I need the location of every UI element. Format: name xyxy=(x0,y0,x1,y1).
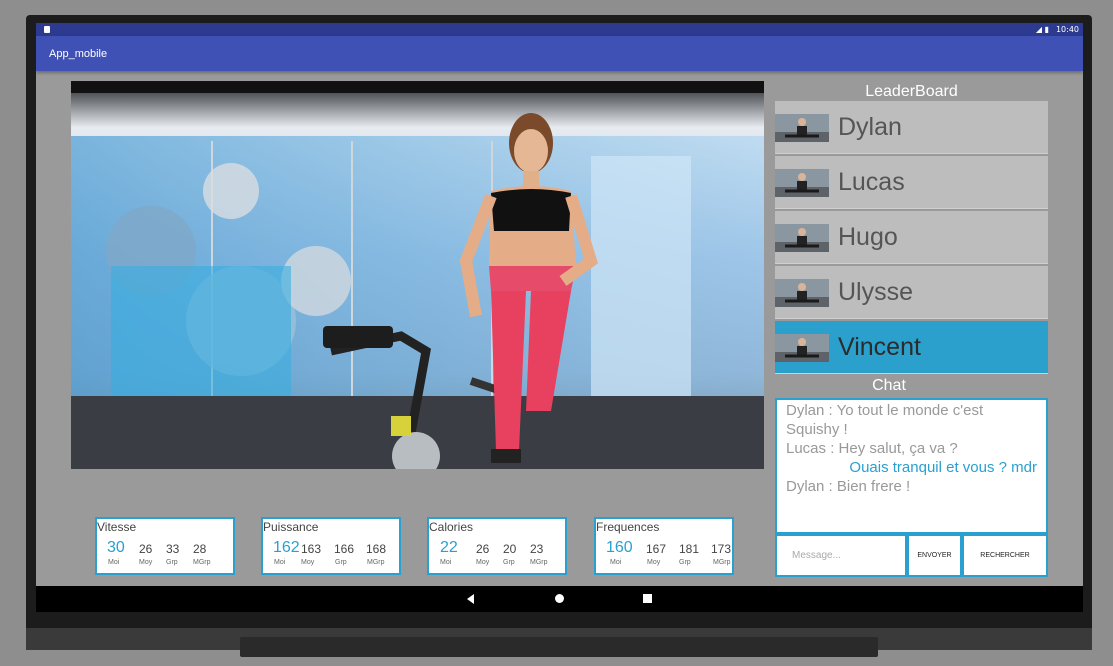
stat-title: Calories xyxy=(429,520,474,534)
stat-value-moy: 26 xyxy=(476,542,490,556)
stat-card-puissance: Puissance 162 163 166 168 Moi Moy Grp MG… xyxy=(261,517,401,575)
stat-title: Puissance xyxy=(263,520,319,534)
stat-value-mgrp: 173 xyxy=(711,542,732,556)
leaderboard-title: LeaderBoard xyxy=(865,83,958,100)
stat-label-moy: Moy xyxy=(139,559,153,566)
stat-value-mgrp: 23 xyxy=(530,542,544,556)
device-stand xyxy=(240,637,878,657)
stat-value-moy: 163 xyxy=(301,542,322,556)
stat-card-frequences: Frequences 160 167 181 173 Moi Moy Grp M… xyxy=(594,517,734,575)
stat-value-grp: 181 xyxy=(679,542,700,556)
recents-square-icon[interactable] xyxy=(643,594,652,603)
home-circle-icon[interactable] xyxy=(555,594,564,603)
stat-value-grp: 20 xyxy=(503,542,517,556)
stat-label-grp: Grp xyxy=(335,559,347,566)
leaderboard-row-lucas[interactable]: Lucas xyxy=(775,156,1048,209)
chat-title: Chat xyxy=(872,377,906,394)
stat-title: Vitesse xyxy=(97,520,137,534)
status-time: 10:40 xyxy=(1055,25,1079,34)
stat-label-moi: Moi xyxy=(440,559,452,566)
stat-value-grp: 166 xyxy=(334,542,355,556)
avatar xyxy=(775,114,829,142)
chat-message: Dylan : Yo tout le monde c'est Squishy ! xyxy=(786,402,984,438)
stat-label-mgrp: MGrp xyxy=(530,559,548,566)
status-bar: ◢ ▮ 10:40 xyxy=(36,23,1083,36)
stat-label-moi: Moi xyxy=(610,559,622,566)
chat-messages[interactable]: Dylan : Yo tout le monde c'est Squishy !… xyxy=(775,398,1048,534)
stat-label-moi: Moi xyxy=(108,559,120,566)
stat-label-grp: Grp xyxy=(679,559,691,566)
message-input[interactable]: Message... xyxy=(775,534,907,577)
stat-label-mgrp: MGrp xyxy=(193,559,211,566)
send-button[interactable]: ENVOYER xyxy=(907,534,962,577)
notification-icon xyxy=(44,26,50,33)
leaderboard-name: Ulysse xyxy=(838,278,914,306)
workout-video-frame xyxy=(71,81,764,469)
video-player[interactable] xyxy=(71,81,764,469)
stat-label-moi: Moi xyxy=(274,559,286,566)
stat-value-moy: 26 xyxy=(139,542,153,556)
search-button[interactable]: RECHERCHER xyxy=(962,534,1048,577)
leaderboard-name: Hugo xyxy=(838,223,898,251)
leaderboard-row-ulysse[interactable]: Ulysse xyxy=(775,266,1048,319)
stat-value-moy: 167 xyxy=(646,542,667,556)
stat-card-calories: Calories 22 26 20 23 Moi Moy Grp MGrp xyxy=(427,517,567,575)
avatar xyxy=(775,169,829,197)
stat-label-grp: Grp xyxy=(503,559,515,566)
stat-title: Frequences xyxy=(596,520,660,534)
avatar xyxy=(775,334,829,362)
stat-label-moy: Moy xyxy=(301,559,315,566)
leaderboard-name: Lucas xyxy=(838,168,905,196)
stat-card-vitesse: Vitesse 30 26 33 28 Moi Moy Grp MGrp xyxy=(95,517,235,575)
stat-value-grp: 33 xyxy=(166,542,180,556)
avatar xyxy=(775,224,829,252)
android-nav-bar xyxy=(36,586,1083,612)
stat-value-moi: 30 xyxy=(107,539,125,556)
back-triangle-icon[interactable] xyxy=(467,594,474,604)
stat-label-moy: Moy xyxy=(647,559,661,566)
stat-label-moy: Moy xyxy=(476,559,490,566)
chat-message: Lucas : Hey salut, ça va ? xyxy=(786,440,958,457)
leaderboard-row-vincent[interactable]: Vincent xyxy=(775,321,1048,374)
stat-label-mgrp: MGrp xyxy=(367,559,385,566)
stat-value-mgrp: 28 xyxy=(193,542,207,556)
stat-value-moi: 22 xyxy=(440,539,458,556)
chat-message-own: Ouais tranquil et vous ? mdr xyxy=(849,459,1037,476)
stat-value-moi: 162 xyxy=(273,539,300,556)
app-screen: ◢ ▮ 10:40 App_mobile Vitesse 30 26 33 28… xyxy=(36,23,1083,586)
stat-label-grp: Grp xyxy=(166,559,178,566)
app-title: App_mobile xyxy=(49,48,108,60)
leaderboard-row-dylan[interactable]: Dylan xyxy=(775,101,1048,154)
leaderboard-name: Vincent xyxy=(838,333,921,361)
stat-value-mgrp: 168 xyxy=(366,542,387,556)
stat-value-moi: 160 xyxy=(606,539,633,556)
leaderboard-name: Dylan xyxy=(838,113,902,141)
signal-battery-icon: ◢ ▮ xyxy=(1035,25,1049,34)
chat-message: Dylan : Bien frere ! xyxy=(786,478,911,495)
avatar xyxy=(775,279,829,307)
stat-label-mgrp: MGrp xyxy=(713,559,731,566)
app-bar: App_mobile xyxy=(36,36,1083,71)
leaderboard-row-hugo[interactable]: Hugo xyxy=(775,211,1048,264)
